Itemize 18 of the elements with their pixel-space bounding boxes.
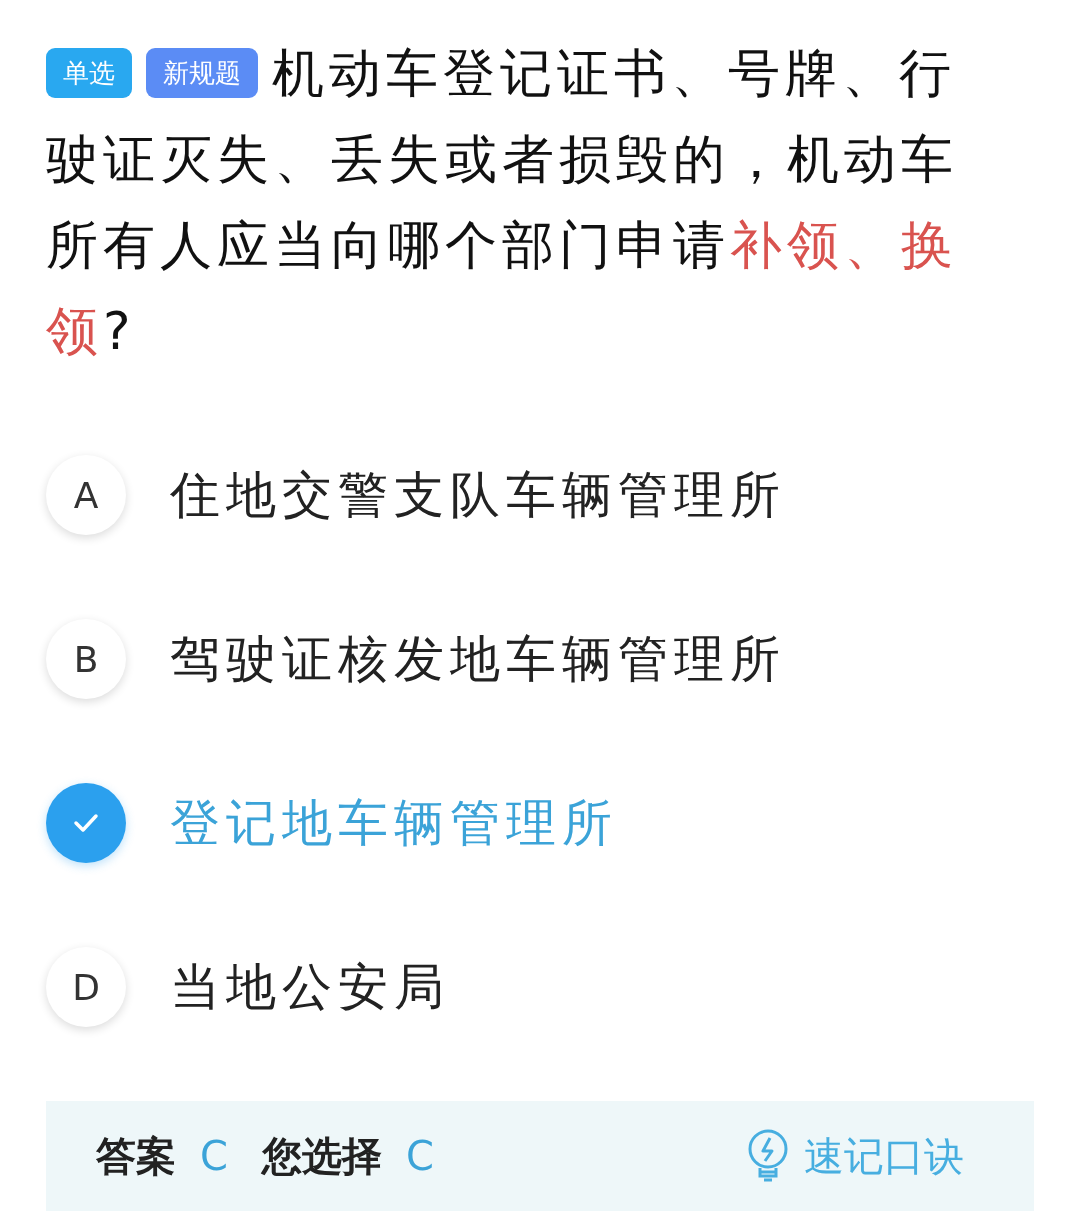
answer-value: C [200,1133,228,1179]
question-tag: 新规题 [146,48,258,98]
answer-label: 答案 [96,1131,176,1181]
question-tag: 单选 [46,48,132,98]
option-letter[interactable]: A [46,455,126,535]
lightbulb-icon [746,1128,790,1184]
question-text: 领? [46,300,136,363]
option-letter[interactable]: D [46,947,126,1027]
choice-label: 您选择 [261,1131,382,1181]
option-text[interactable]: 当地公安局 [170,953,450,1021]
question-text: 驶证灭失、丢失或者损毁的，机动车 [46,128,958,191]
question-text: 所有人应当向哪个部门申请补领、换 [46,214,958,277]
option-letter[interactable]: B [46,619,126,699]
option-text[interactable]: 住地交警支队车辆管理所 [170,461,786,529]
checkmark-icon[interactable] [46,783,126,863]
choice-value: C [405,1133,434,1179]
option-text[interactable]: 驾驶证核发地车辆管理所 [170,625,786,693]
question-text: 机动车登记证书、号牌、行 [272,42,956,105]
